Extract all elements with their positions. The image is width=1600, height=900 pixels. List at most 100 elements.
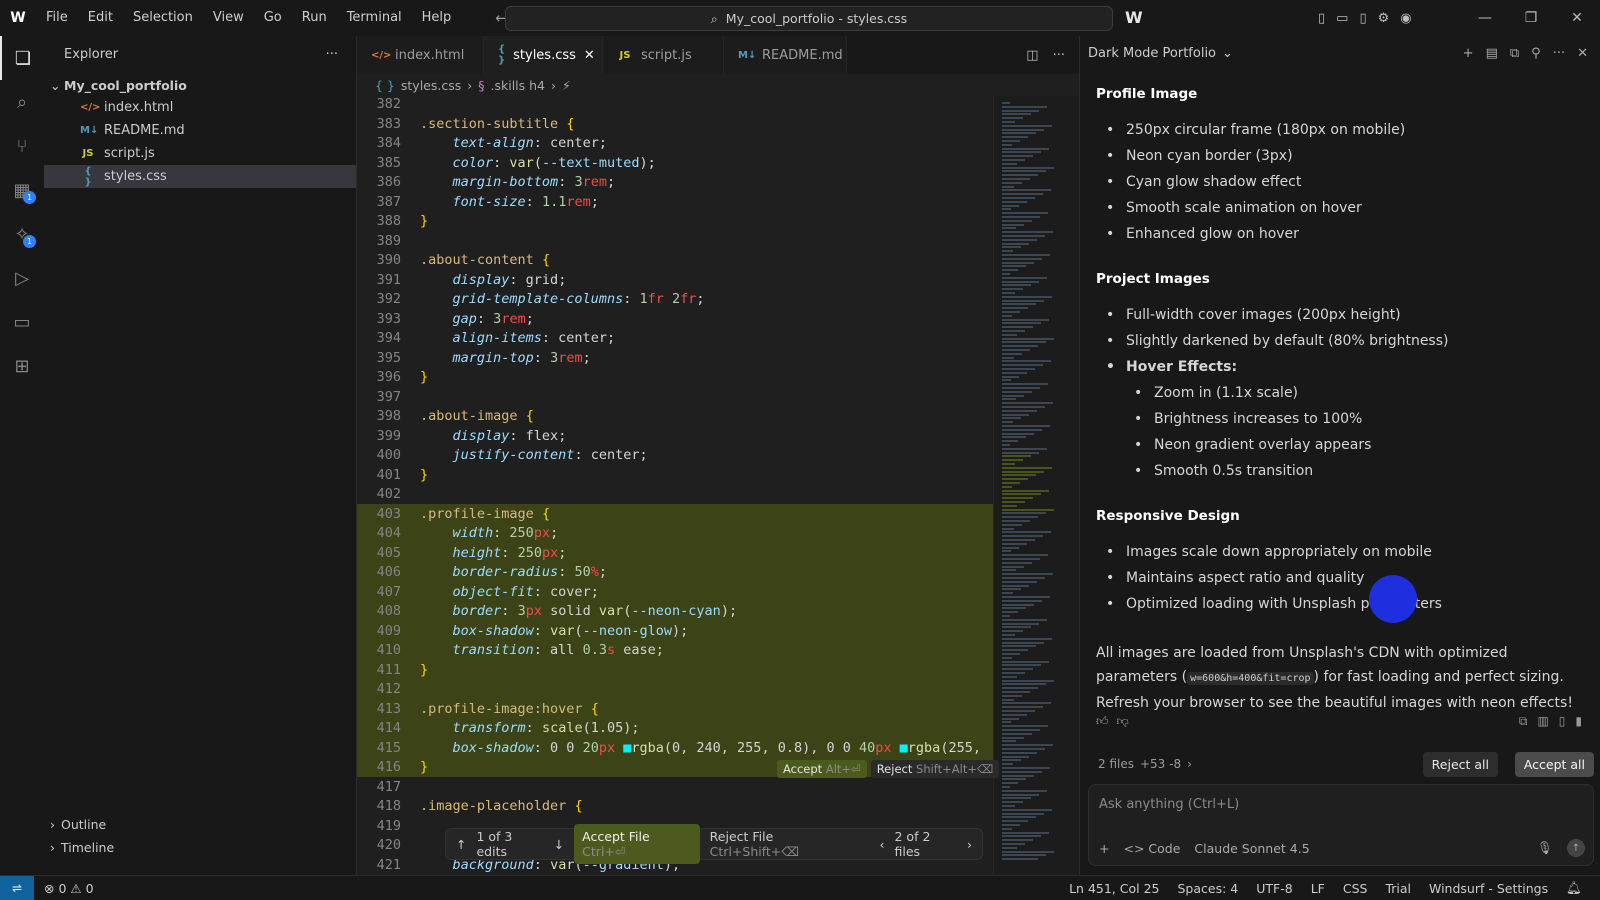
close-window-icon[interactable]: ✕	[1554, 0, 1600, 36]
menu-item-run[interactable]: Run	[292, 0, 337, 36]
more-actions-icon[interactable]: ···	[326, 47, 338, 62]
file-item[interactable]: JS script.js	[44, 142, 356, 165]
minimize-icon[interactable]: —	[1462, 0, 1508, 36]
restore-icon[interactable]: ❐	[1508, 0, 1554, 36]
tab-README-md[interactable]: M↓ README.md	[724, 36, 847, 74]
settings-indicator[interactable]: Windsurf - Settings	[1429, 881, 1548, 896]
menu-item-terminal[interactable]: Terminal	[337, 0, 412, 36]
file-item[interactable]: </> index.html	[44, 96, 356, 119]
toggle-panel-icon[interactable]: ▭	[1336, 11, 1348, 26]
menu-item-edit[interactable]: Edit	[78, 0, 123, 36]
code-editor[interactable]: 382 383 .section-subtitle {384 text-align:…	[357, 96, 993, 875]
accept-change-button[interactable]: Accept Alt+⏎	[777, 760, 867, 778]
chat-input[interactable]: Ask anything (Ctrl+L) + <> Code Claude S…	[1088, 784, 1594, 866]
reject-all-button[interactable]: Reject all	[1422, 752, 1498, 777]
line-endings[interactable]: LF	[1311, 881, 1325, 896]
model-selector[interactable]: Claude Sonnet 4.5	[1194, 841, 1309, 856]
extensions-icon[interactable]: ⊞	[0, 344, 44, 388]
notification-badge: 1	[23, 235, 36, 248]
explorer-icon[interactable]: ❏	[0, 36, 44, 80]
previous-edit-icon[interactable]: ↑	[456, 837, 466, 852]
command-center[interactable]: ⌕ My_cool_portfolio - styles.css	[505, 6, 1113, 31]
accept-file-button[interactable]: Accept File Ctrl+⏎	[574, 824, 700, 864]
message-feedback: 👍︎ 👎︎ ⧉ ▥ ▯ ▮	[1096, 714, 1582, 729]
accept-all-button[interactable]: Accept all	[1514, 752, 1594, 777]
problems-indicator[interactable]: ⊗ 0 ⚠ 0	[44, 881, 94, 896]
encoding[interactable]: UTF-8	[1256, 881, 1292, 896]
add-context-icon[interactable]: +	[1099, 841, 1109, 856]
menu-item-view[interactable]: View	[203, 0, 254, 36]
menu-item-selection[interactable]: Selection	[123, 0, 203, 36]
file-item[interactable]: M↓ README.md	[44, 119, 356, 142]
remote-explorer-icon[interactable]: ▭	[0, 300, 44, 344]
previous-file-icon[interactable]: ‹	[880, 837, 885, 852]
tab-index-html[interactable]: </> index.html	[357, 36, 484, 74]
source-control-icon[interactable]: ⑂	[0, 124, 44, 168]
minimap-line	[1002, 143, 1012, 146]
tab-script-js[interactable]: JS script.js	[603, 36, 724, 74]
outline-section[interactable]: › Outline	[44, 813, 356, 836]
menu-item-help[interactable]: Help	[412, 0, 462, 36]
language-mode[interactable]: CSS	[1343, 881, 1368, 896]
close-tab-icon[interactable]: ✕	[584, 48, 595, 63]
map-icon[interactable]: ▦ 1	[0, 168, 44, 212]
indentation[interactable]: Spaces: 4	[1177, 881, 1238, 896]
plan-indicator[interactable]: Trial	[1385, 881, 1411, 896]
remote-indicator-icon[interactable]: ⇌	[0, 875, 34, 900]
minimap-line	[1002, 725, 1048, 728]
tab-styles-css[interactable]: { } styles.css ✕	[484, 36, 603, 74]
bell-icon[interactable]: 🔔︎	[1566, 880, 1582, 896]
copy-icon[interactable]: ⧉	[1519, 714, 1528, 729]
bookmark-icon[interactable]: ▯	[1559, 714, 1566, 729]
breadcrumb-symbol[interactable]: .skills h4	[491, 78, 546, 93]
new-chat-icon[interactable]: +	[1463, 46, 1474, 61]
thumbs-up-icon[interactable]: 👍︎	[1096, 714, 1109, 729]
minimap[interactable]	[993, 96, 1079, 875]
more-actions-icon[interactable]: ···	[1053, 48, 1065, 63]
book-icon[interactable]: ▥	[1537, 714, 1548, 729]
pin-icon[interactable]: ⚲	[1531, 46, 1541, 61]
minimap-line	[1002, 516, 1038, 519]
extensions-ai-icon[interactable]: ✧ 1	[0, 212, 44, 256]
search-view-icon[interactable]: ⌕	[0, 80, 44, 124]
chat-title[interactable]: Dark Mode Portfolio	[1086, 46, 1216, 61]
open-in-editor-icon[interactable]: ⧉	[1510, 46, 1519, 61]
bullet-list: Images scale down appropriately on mobil…	[1096, 541, 1586, 619]
changed-files-bar[interactable]: 2 files +53 -8 › Reject all Accept all	[1088, 746, 1594, 782]
minimap-line	[1002, 250, 1013, 253]
minimap-line	[1002, 330, 1025, 332]
reject-file-button[interactable]: Reject File Ctrl+Shift+⌫	[710, 829, 860, 859]
cursor-position[interactable]: Ln 451, Col 25	[1069, 881, 1159, 896]
send-icon[interactable]: ↑	[1567, 839, 1585, 857]
minimap-line	[1002, 489, 1049, 492]
toggle-primary-sidebar-icon[interactable]: ▯	[1318, 11, 1325, 26]
stats-icon[interactable]: ▮	[1575, 714, 1582, 729]
windsurf-wave-icon[interactable]: W	[1125, 8, 1143, 27]
thumbs-down-icon[interactable]: 👎︎	[1117, 714, 1129, 729]
chat-header: Dark Mode Portfolio ⌄ + ▤ ⧉ ⚲ ··· ✕	[1080, 36, 1600, 70]
toggle-secondary-sidebar-icon[interactable]: ▯	[1359, 11, 1366, 26]
next-file-icon[interactable]: ›	[967, 837, 972, 852]
menu-item-file[interactable]: File	[36, 0, 78, 36]
line-text	[401, 96, 420, 114]
next-edit-icon[interactable]: ↓	[554, 837, 564, 852]
folder-root[interactable]: ⌄ My_cool_portfolio	[44, 74, 356, 96]
account-icon[interactable]: ◉	[1400, 11, 1411, 26]
split-editor-icon[interactable]: ◫	[1026, 48, 1038, 63]
more-actions-icon[interactable]: ···	[1553, 46, 1565, 61]
minimap-line	[1002, 558, 1040, 560]
chevron-down-icon[interactable]: ⌄	[1222, 46, 1233, 61]
mode-selector[interactable]: <> Code	[1123, 841, 1180, 856]
menu-item-go[interactable]: Go	[254, 0, 292, 36]
history-icon[interactable]: ▤	[1486, 46, 1498, 61]
settings-gear-icon[interactable]: ⚙	[1378, 11, 1390, 26]
timeline-section[interactable]: › Timeline	[44, 836, 356, 859]
minimap-line	[1002, 816, 1036, 819]
microphone-icon[interactable]: 🎙︎	[1537, 840, 1553, 856]
run-debug-icon[interactable]: ▷	[0, 256, 44, 300]
file-item[interactable]: { } styles.css	[44, 165, 356, 188]
breadcrumb-file[interactable]: styles.css	[401, 78, 461, 93]
close-panel-icon[interactable]: ✕	[1577, 46, 1588, 61]
minimap-line	[1002, 615, 1010, 617]
reject-change-button[interactable]: Reject Shift+Alt+⌫	[870, 760, 1000, 778]
